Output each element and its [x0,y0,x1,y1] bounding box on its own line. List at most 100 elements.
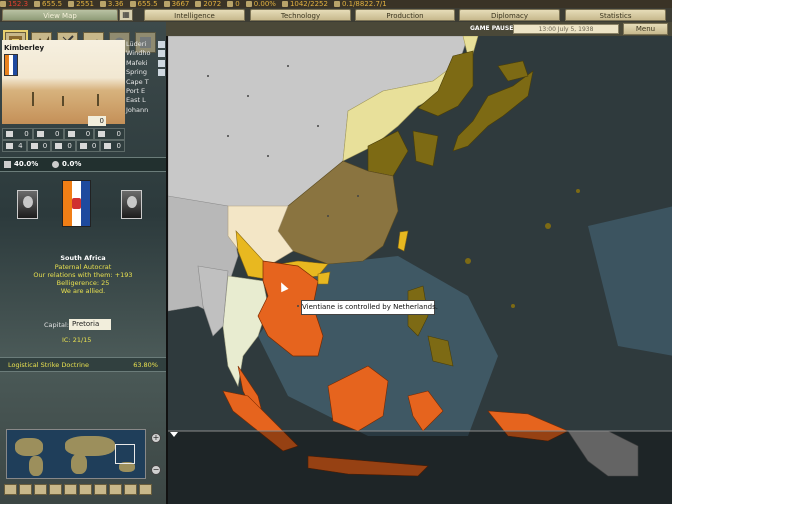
building-slot[interactable]: 0 [2,128,33,140]
filter-button[interactable] [94,484,107,495]
building-icon [6,131,13,137]
resource-item[interactable]: 3.36 [99,0,124,8]
minimap-viewport[interactable] [115,444,135,464]
map-panel-toggle-icon[interactable] [170,432,178,437]
supplies-icon [129,1,136,7]
capital-label: Capital: [44,321,69,329]
game-paused-label: GAME PAUSED [470,25,519,32]
zoom-out-button[interactable]: − [151,465,161,475]
leader-face-icon [127,196,137,208]
head-of-state-portrait[interactable] [17,190,38,219]
island [576,189,580,193]
building-slot[interactable]: 0 [100,140,125,152]
map-canvas[interactable] [168,36,672,504]
province-list-item[interactable]: Port E [126,87,166,96]
filter-button[interactable] [139,484,152,495]
resource-value: 2072 [203,0,222,8]
building-slot[interactable]: 0 [32,128,64,140]
province-status-icon [158,59,165,67]
ratio-stat: 0.0% [50,159,88,170]
resource-item[interactable]: 152.3 [0,0,28,8]
minimap[interactable] [6,429,146,479]
province-list-item[interactable]: Cape T [126,78,166,87]
palm-tree-icon [97,94,99,106]
filter-button[interactable] [64,484,77,495]
island [511,304,515,308]
grid-icon: ▦ [122,10,130,19]
province-list-label: Mafeki [126,58,148,67]
province-status-icon [158,50,165,58]
filter-button[interactable] [79,484,92,495]
island [545,223,551,229]
building-slot[interactable]: 0 [94,128,125,140]
filter-button[interactable] [4,484,17,495]
province-list-item[interactable]: Johann [126,106,166,115]
resource-item[interactable]: 0.1/8822.7/1 [333,0,387,8]
tab-technology[interactable]: Technology [250,9,351,21]
filter-button[interactable] [19,484,32,495]
game-window: 152.3 655.5 2551 3.36 655.5 3667 2072 0 0.00% 104… [0,0,672,504]
dissent-icon [245,1,252,7]
province-list-item[interactable]: East L [126,96,166,105]
tab-view-map[interactable]: View Map [2,9,118,21]
building-slot[interactable]: 0 [75,140,101,152]
plus-icon: + [152,433,160,442]
filter-button[interactable] [34,484,47,495]
province-owner-flag [4,54,18,76]
grid-toggle-button[interactable]: ▦ [119,9,133,21]
province-unit-count: 0 [88,116,106,126]
tab-diplomacy[interactable]: Diplomacy [459,9,560,21]
resource-item[interactable]: 2551 [68,0,94,8]
minus-icon: − [152,465,160,474]
production-icon [333,1,340,7]
resource-item[interactable]: 655.5 [129,0,158,8]
province-list-item[interactable]: Lüderi [126,40,166,49]
energy-icon [34,1,41,7]
zoom-in-button[interactable]: + [151,433,161,443]
resource-value: 655.5 [137,0,158,8]
resource-value: 2551 [76,0,94,8]
metal-icon [68,1,75,7]
building-slot[interactable]: 0 [26,140,52,152]
building-slot[interactable]: 0 [63,128,95,140]
province-buildings: 0000 40000 [2,128,125,152]
buildings-row: 4 0 0 0 0 [2,140,125,152]
building-slot[interactable]: 4 [2,140,27,152]
resource-item[interactable]: 1042/2252 [281,0,328,8]
resource-item[interactable]: 655.5 [34,0,62,8]
building-count: 0 [116,142,121,150]
filter-button[interactable] [124,484,137,495]
resource-bar: 152.3 655.5 2551 3.36 655.5 3667 2072 0 0.00% 104… [0,0,672,8]
province-list-item[interactable]: Windho [126,49,166,58]
infrastructure-stat: 40.0% [2,159,40,170]
filter-button[interactable] [109,484,122,495]
tab-statistics[interactable]: Statistics [565,9,666,21]
building-icon [36,131,44,137]
country-flag[interactable] [62,180,91,227]
resource-item[interactable]: 0 [227,0,240,8]
world-map[interactable] [166,36,672,504]
building-slot[interactable]: 0 [51,140,76,152]
filter-button[interactable] [49,484,62,495]
resource-item[interactable]: 3667 [163,0,189,8]
province-list-item[interactable]: Mafeki [126,59,166,68]
province-list-item[interactable]: Spring [126,68,166,77]
leader-face-icon [23,196,33,208]
menu-button[interactable]: Menu [623,23,668,35]
relations-text: Our relations with them: +193 [33,271,133,279]
ratio-value: 0.0% [62,160,82,168]
resource-item[interactable]: 2072 [195,0,221,8]
main-tab-bar: View Map Intelligence Technology Product… [0,8,672,22]
oil-icon [0,1,6,7]
head-of-government-portrait[interactable] [121,190,142,219]
current-research[interactable]: Logistical Strike Doctrine 63.80% [0,357,166,372]
palm-tree-icon [62,96,64,106]
tab-production[interactable]: Production [355,9,455,21]
tab-intelligence[interactable]: Intelligence [144,9,245,21]
belligerence-text: Belligerence: 25 [56,279,110,287]
flag-emblem-icon [72,198,81,209]
map-filter-buttons [4,484,152,495]
province-status-icon [158,41,165,48]
resource-item[interactable]: 0.00% [245,0,276,8]
capital-value[interactable]: Pretoria [69,319,111,330]
